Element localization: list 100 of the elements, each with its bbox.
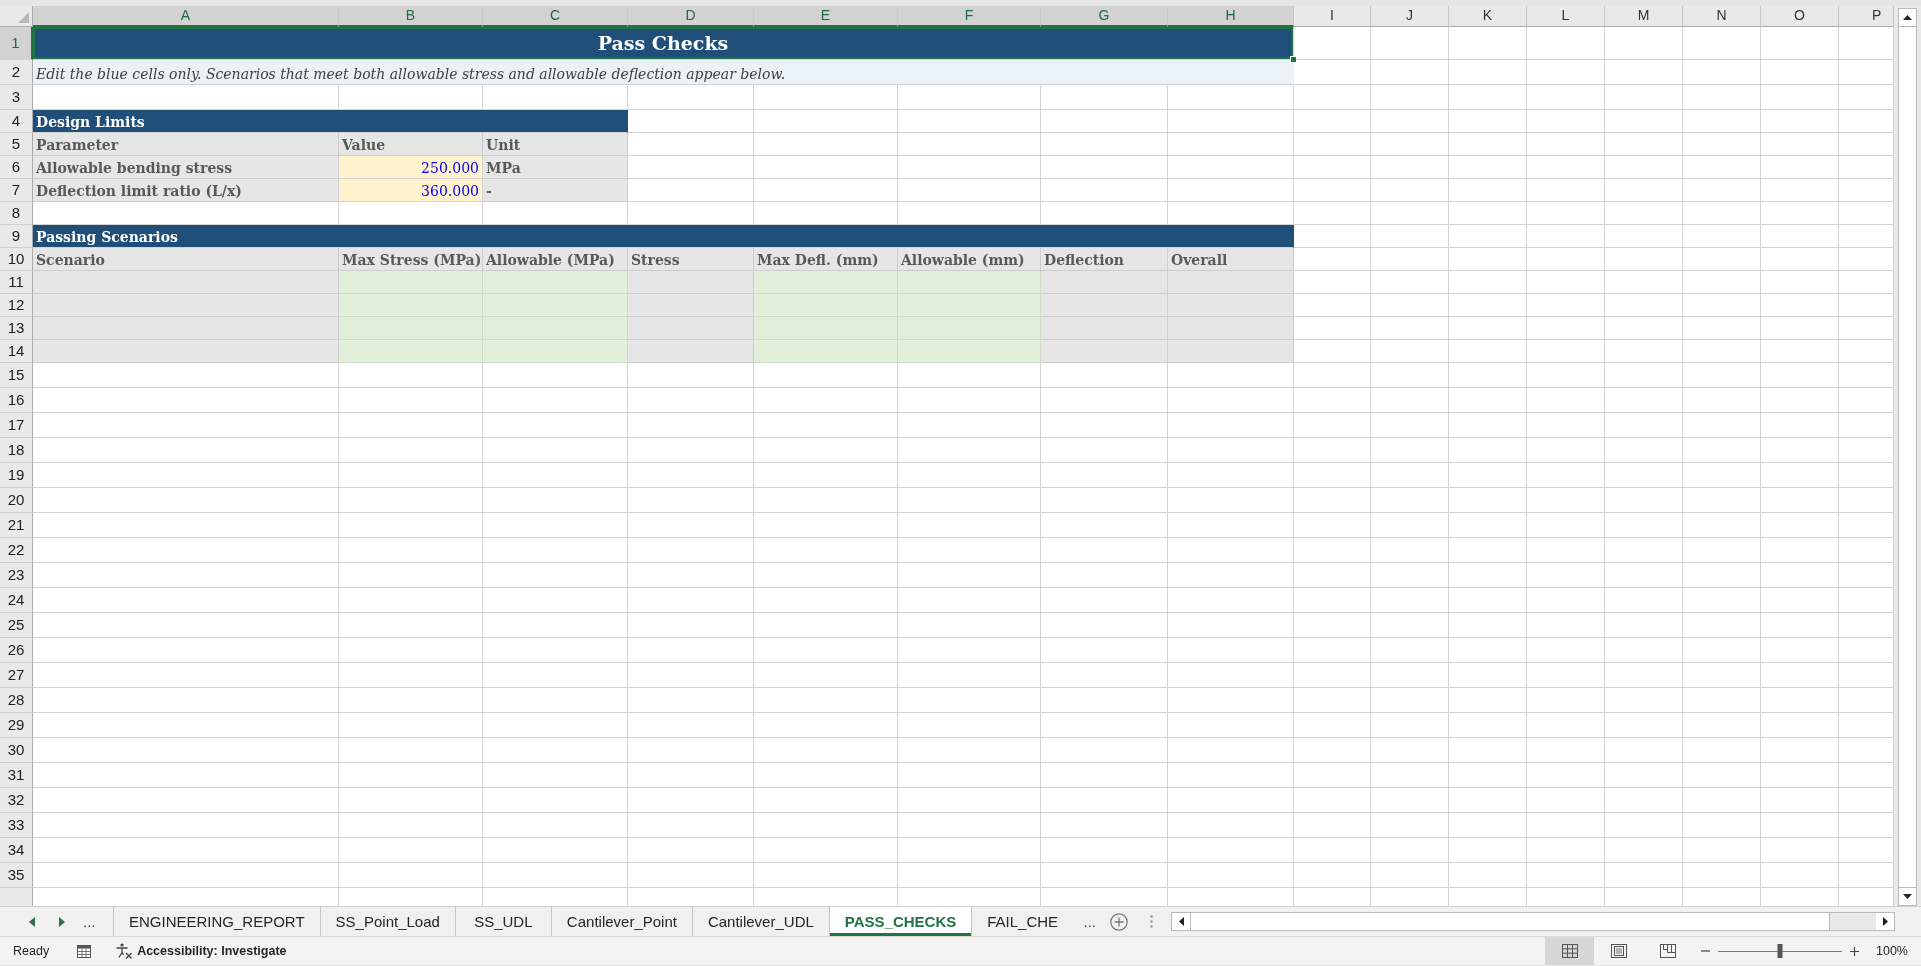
- caret-right-icon: [1882, 917, 1888, 926]
- row-header[interactable]: 4: [0, 110, 33, 133]
- table-icon[interactable]: [77, 944, 92, 958]
- column-header[interactable]: L: [1527, 6, 1605, 27]
- column-header[interactable]: P: [1839, 6, 1894, 27]
- row-header[interactable]: 18: [0, 438, 33, 463]
- table-cell: MPa: [483, 156, 628, 179]
- scroll-down-button[interactable]: [1898, 887, 1917, 906]
- row-header[interactable]: 17: [0, 413, 33, 438]
- row-header[interactable]: 26: [0, 638, 33, 663]
- input-cell[interactable]: 250.000: [339, 156, 483, 179]
- normal-view-button[interactable]: [1545, 937, 1594, 965]
- column-header[interactable]: M: [1605, 6, 1683, 27]
- row-header[interactable]: 23: [0, 563, 33, 588]
- row-header[interactable]: 24: [0, 588, 33, 613]
- row-header[interactable]: 11: [0, 271, 33, 294]
- scroll-up-button[interactable]: [1898, 8, 1917, 27]
- select-all-icon: [18, 12, 29, 23]
- add-sheet-icon[interactable]: [1110, 912, 1128, 931]
- table-header-cell: Unit: [483, 133, 628, 156]
- row-header[interactable]: 12: [0, 294, 33, 317]
- scrollbar-thumb[interactable]: [1898, 27, 1917, 887]
- table-header-cell: Allowable (MPa): [483, 248, 628, 271]
- table-header-cell: Max Defl. (mm): [754, 248, 898, 271]
- row-header[interactable]: 6: [0, 156, 33, 179]
- zoom-slider-thumb[interactable]: [1777, 944, 1783, 958]
- row-header[interactable]: 22: [0, 538, 33, 563]
- row-header[interactable]: 28: [0, 688, 33, 713]
- caret-left-icon: [1178, 917, 1184, 926]
- column-header[interactable]: C: [483, 6, 628, 27]
- column-header[interactable]: F: [898, 6, 1041, 27]
- row-header[interactable]: 7: [0, 179, 33, 202]
- row-header[interactable]: 31: [0, 763, 33, 788]
- row-header[interactable]: 1: [0, 27, 33, 60]
- sheet-title: Pass Checks: [597, 32, 729, 54]
- row-header[interactable]: 14: [0, 340, 33, 363]
- caret-right-icon[interactable]: [59, 916, 65, 927]
- column-header[interactable]: D: [628, 6, 754, 27]
- table-header-cell: Overall: [1168, 248, 1294, 271]
- table-header-cell: Allowable (mm): [898, 248, 1041, 271]
- table-header-cell: Value: [339, 133, 483, 156]
- scroll-right-button[interactable]: [1876, 913, 1894, 930]
- column-header[interactable]: N: [1683, 6, 1761, 27]
- row-header[interactable]: 10: [0, 248, 33, 271]
- more-sheets-button[interactable]: ...: [79, 907, 100, 936]
- row-header[interactable]: 33: [0, 813, 33, 838]
- row-header[interactable]: 21: [0, 513, 33, 538]
- row-header[interactable]: 8: [0, 202, 33, 225]
- row-header[interactable]: 35: [0, 863, 33, 888]
- column-header[interactable]: J: [1371, 6, 1449, 27]
- row-header[interactable]: 25: [0, 613, 33, 638]
- row-header[interactable]: 9: [0, 225, 33, 248]
- row-header[interactable]: 29: [0, 713, 33, 738]
- vertical-dots-icon[interactable]: [1150, 915, 1153, 928]
- column-header[interactable]: E: [754, 6, 898, 27]
- input-cell[interactable]: 360.000: [339, 179, 483, 202]
- column-header[interactable]: O: [1761, 6, 1839, 27]
- column-header[interactable]: I: [1294, 6, 1371, 27]
- more-sheets-button[interactable]: ...: [1079, 907, 1100, 936]
- caret-left-icon[interactable]: [29, 916, 35, 927]
- row-header[interactable]: 16: [0, 388, 33, 413]
- row-header[interactable]: 30: [0, 738, 33, 763]
- accessibility-status[interactable]: Accessibility: Investigate: [137, 941, 287, 961]
- column-header[interactable]: H: [1168, 6, 1294, 27]
- fill-handle-icon[interactable]: [1290, 56, 1297, 63]
- table-cell: Deflection limit ratio (L/x): [33, 179, 339, 202]
- sheet-tab[interactable]: PASS_CHECKS: [828, 907, 972, 936]
- caret-up-icon: [1903, 15, 1912, 20]
- caret-down-icon: [1903, 894, 1912, 899]
- table-header-cell: Scenario: [33, 248, 339, 271]
- table-header-cell: Stress: [628, 248, 754, 271]
- scrollbar-thumb[interactable]: [1190, 913, 1830, 930]
- table-header-cell: Deflection: [1041, 248, 1168, 271]
- row-header[interactable]: 15: [0, 363, 33, 388]
- section-header: Design Limits: [33, 110, 628, 133]
- horizontal-scrollbar[interactable]: [1171, 912, 1895, 931]
- accessibility-icon[interactable]: [115, 943, 134, 959]
- row-header[interactable]: 27: [0, 663, 33, 688]
- table-cell: -: [483, 179, 628, 202]
- scroll-left-button[interactable]: [1172, 913, 1190, 930]
- row-header[interactable]: 2: [0, 60, 33, 85]
- zoom-level[interactable]: 100%: [1876, 941, 1908, 961]
- table-cell: Allowable bending stress: [33, 156, 339, 179]
- column-header[interactable]: B: [339, 6, 483, 27]
- row-header[interactable]: 34: [0, 838, 33, 863]
- row-header[interactable]: 3: [0, 85, 33, 110]
- section-header: Passing Scenarios: [33, 225, 1294, 248]
- column-header[interactable]: G: [1041, 6, 1168, 27]
- zoom-in-icon[interactable]: [1850, 946, 1859, 956]
- row-header[interactable]: 13: [0, 317, 33, 340]
- column-header[interactable]: A: [33, 6, 339, 27]
- column-header[interactable]: K: [1449, 6, 1527, 27]
- table-header-cell: Max Stress (MPa): [339, 248, 483, 271]
- table-header-cell: Parameter: [33, 133, 339, 156]
- grid-icon: [1561, 944, 1578, 958]
- row-header[interactable]: 5: [0, 133, 33, 156]
- row-header[interactable]: 19: [0, 463, 33, 488]
- row-header[interactable]: 20: [0, 488, 33, 513]
- status-text: Ready: [13, 942, 50, 960]
- row-header[interactable]: 32: [0, 788, 33, 813]
